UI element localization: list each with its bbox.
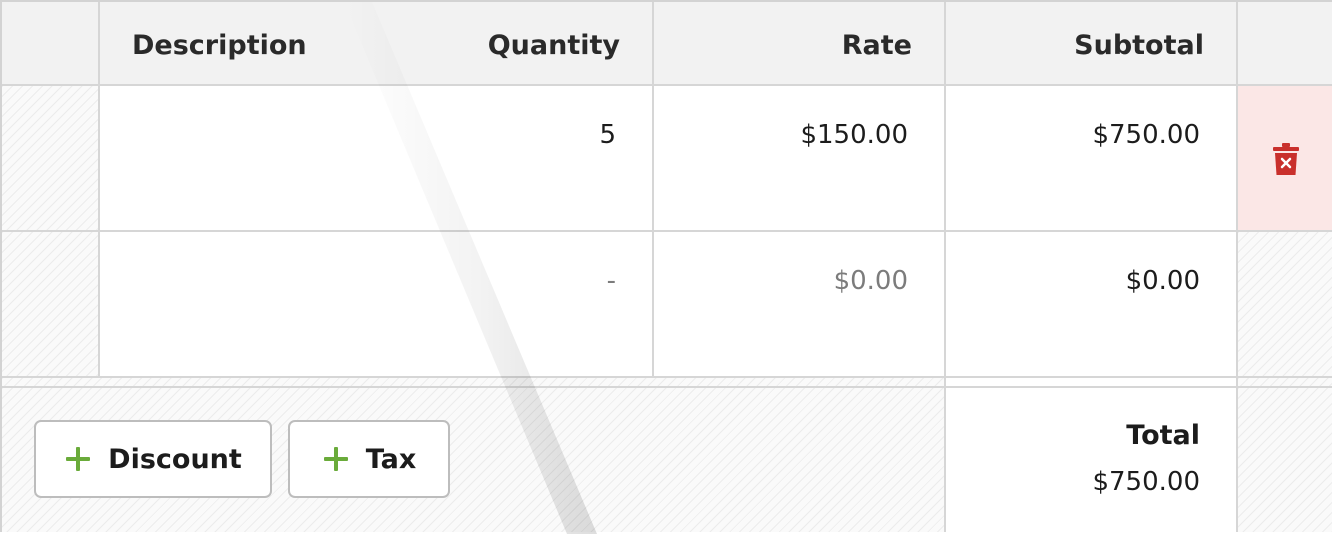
row-divider <box>2 386 1332 388</box>
add-discount-button[interactable]: Discount <box>34 420 272 498</box>
add-tax-label: Tax <box>365 443 417 475</box>
row-2-rate[interactable]: $0.00 <box>834 266 908 296</box>
header-quantity: Quantity <box>487 30 620 61</box>
header-description: Description <box>132 30 307 61</box>
row-divider <box>2 376 1332 378</box>
trash-icon[interactable] <box>1272 142 1300 176</box>
col-divider <box>652 2 654 377</box>
row-2-quantity[interactable]: - <box>607 266 616 296</box>
row-1-quantity[interactable]: 5 <box>599 120 616 150</box>
plus-icon <box>322 445 350 473</box>
add-tax-button[interactable]: Tax <box>288 420 450 498</box>
row-2-action-area <box>1238 232 1332 377</box>
row-1-rate[interactable]: $150.00 <box>800 120 908 150</box>
table-header: Description Quantity Rate Subtotal <box>2 2 1332 86</box>
plus-icon <box>64 445 92 473</box>
footer-total-cell <box>946 388 1236 532</box>
row-2-handle-area <box>2 232 98 377</box>
row-1-subtotal: $750.00 <box>1092 120 1200 150</box>
row-1-handle-area <box>2 86 98 231</box>
add-discount-label: Discount <box>108 443 242 475</box>
row-2-subtotal: $0.00 <box>1125 266 1200 296</box>
col-divider <box>98 2 100 377</box>
footer-right-area <box>1238 378 1332 532</box>
header-rate: Rate <box>841 30 912 61</box>
col-divider <box>944 2 946 532</box>
total-value: $750.00 <box>1092 467 1200 497</box>
col-divider <box>1236 2 1238 532</box>
header-subtotal: Subtotal <box>1074 30 1204 61</box>
row-divider <box>2 230 1332 232</box>
total-label: Total <box>1126 420 1200 451</box>
invoice-items-table: Description Quantity Rate Subtotal 5 $15… <box>0 0 1332 534</box>
